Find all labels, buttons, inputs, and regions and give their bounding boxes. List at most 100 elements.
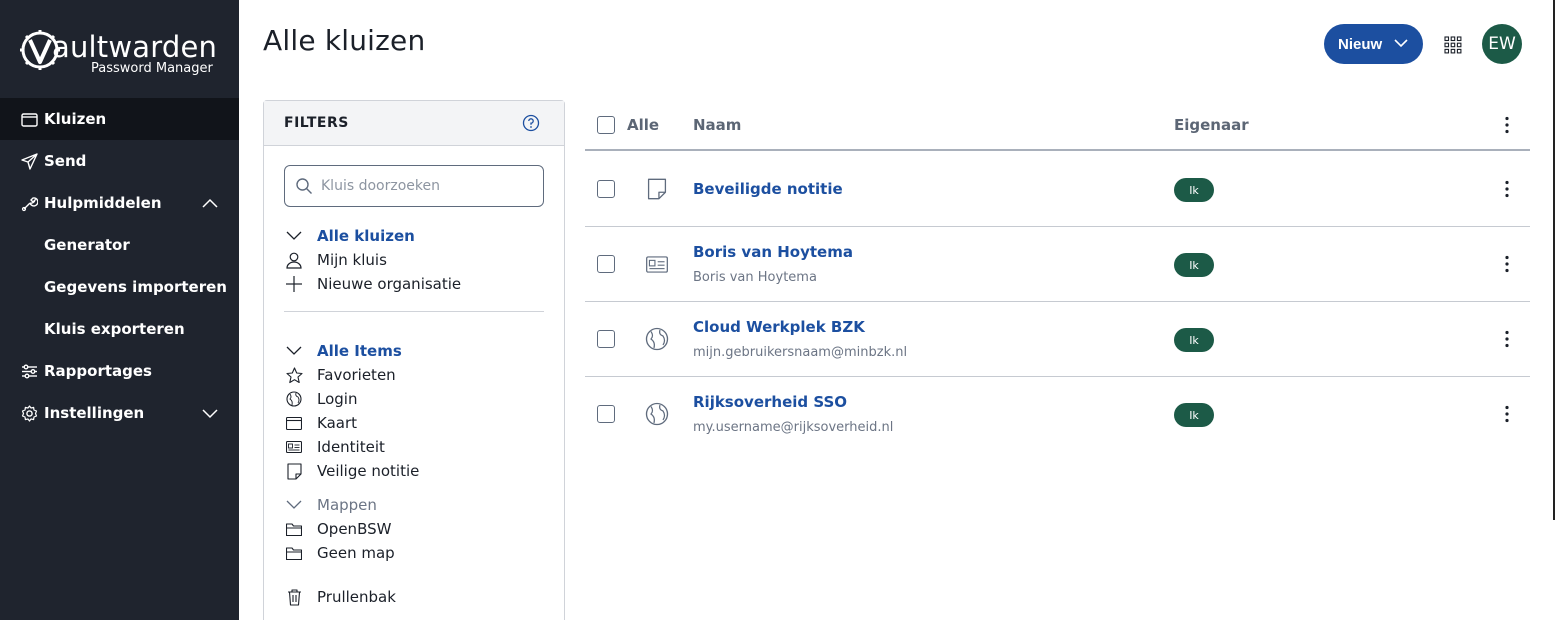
filters-panel: FILTERS Alle kluizen Mijn kluis Nieuwe o… bbox=[263, 100, 565, 620]
table-header: Alle Naam Eigenaar bbox=[585, 100, 1530, 151]
row-options-icon[interactable] bbox=[1504, 255, 1510, 273]
globe-icon bbox=[644, 401, 670, 427]
item-subtitle: my.username@rijksoverheid.nl bbox=[693, 420, 894, 435]
note-icon bbox=[644, 176, 670, 202]
sidebar-item-label: Hulpmiddelen bbox=[44, 194, 162, 212]
filter-label: Mappen bbox=[317, 496, 377, 514]
filter-label: Nieuwe organisatie bbox=[317, 275, 462, 293]
filters-divider bbox=[284, 311, 544, 312]
filter-label: Veilige notitie bbox=[317, 462, 420, 480]
filter-folders[interactable]: Mappen bbox=[284, 493, 377, 517]
column-owner: Eigenaar bbox=[1174, 116, 1249, 134]
item-name-link[interactable]: Boris van Hoytema bbox=[693, 243, 853, 261]
filter-label: Favorieten bbox=[317, 366, 396, 384]
sidebar-subitem-generator[interactable]: Generator bbox=[44, 224, 130, 266]
table-row[interactable]: Rijksoverheid SSO my.username@rijksoverh… bbox=[585, 377, 1530, 452]
filter-label: Prullenbak bbox=[317, 588, 396, 606]
sidebar-item-kluizen[interactable]: Kluizen bbox=[0, 98, 239, 140]
search-input[interactable] bbox=[321, 178, 521, 194]
folder-icon bbox=[284, 543, 304, 563]
sidebar-item-hulpmiddelen[interactable]: Hulpmiddelen bbox=[0, 182, 239, 224]
chevron-down-icon bbox=[284, 226, 304, 246]
filter-label: Mijn kluis bbox=[317, 251, 387, 269]
item-subtitle: Boris van Hoytema bbox=[693, 270, 817, 285]
sidebar-item-label: Kluizen bbox=[44, 110, 107, 128]
star-icon bbox=[284, 365, 304, 385]
filters-header: FILTERS bbox=[264, 101, 564, 146]
user-icon bbox=[284, 250, 304, 270]
sidebar-subitem-export[interactable]: Kluis exporteren bbox=[44, 308, 185, 350]
new-button[interactable]: Nieuw bbox=[1324, 24, 1423, 64]
trash-icon bbox=[284, 587, 304, 607]
filter-secure-note[interactable]: Veilige notitie bbox=[284, 459, 419, 483]
filter-identity[interactable]: Identiteit bbox=[284, 435, 385, 459]
row-checkbox[interactable] bbox=[597, 255, 615, 273]
filter-trash[interactable]: Prullenbak bbox=[284, 585, 396, 609]
sidebar-item-instellingen[interactable]: Instellingen bbox=[0, 392, 239, 434]
table-row[interactable]: Cloud Werkplek BZK mijn.gebruikersnaam@m… bbox=[585, 302, 1530, 377]
new-button-label: Nieuw bbox=[1338, 35, 1383, 53]
sliders-icon bbox=[20, 362, 38, 380]
filter-label: Kaart bbox=[317, 414, 358, 432]
owner-badge: Ik bbox=[1174, 328, 1214, 352]
filter-favorites[interactable]: Favorieten bbox=[284, 363, 396, 387]
more-options-icon[interactable] bbox=[1504, 116, 1510, 134]
wrench-icon bbox=[20, 194, 38, 212]
sidebar-item-label: Rapportages bbox=[44, 362, 152, 380]
column-all[interactable]: Alle bbox=[627, 116, 659, 134]
globe-icon bbox=[644, 326, 670, 352]
filter-label: Alle kluizen bbox=[317, 227, 415, 245]
owner-badge: Ik bbox=[1174, 253, 1214, 277]
chevron-down-icon bbox=[284, 495, 304, 515]
sidebar-item-send[interactable]: Send bbox=[0, 140, 239, 182]
filter-login[interactable]: Login bbox=[284, 387, 357, 411]
chevron-down-icon bbox=[202, 409, 218, 419]
chevron-down-icon bbox=[1394, 39, 1408, 48]
search-field[interactable] bbox=[284, 165, 544, 207]
folder-openbsw[interactable]: OpenBSW bbox=[284, 517, 391, 541]
select-all-checkbox[interactable] bbox=[597, 116, 615, 134]
table-row[interactable]: Boris van Hoytema Boris van Hoytema Ik bbox=[585, 227, 1530, 302]
help-icon[interactable] bbox=[522, 114, 540, 132]
row-options-icon[interactable] bbox=[1504, 330, 1510, 348]
filter-all-vaults[interactable]: Alle kluizen bbox=[284, 224, 415, 248]
vault-icon bbox=[20, 110, 38, 128]
id-card-icon bbox=[644, 251, 670, 277]
filter-all-items[interactable]: Alle Items bbox=[284, 339, 402, 363]
gear-icon bbox=[20, 404, 38, 422]
row-checkbox[interactable] bbox=[597, 330, 615, 348]
item-name-link[interactable]: Cloud Werkplek BZK bbox=[693, 318, 865, 336]
vaultwarden-logo[interactable]: aultwarden Password Manager bbox=[20, 28, 220, 76]
sidebar-subitem-import[interactable]: Gegevens importeren bbox=[44, 266, 227, 308]
item-name-link[interactable]: Beveiligde notitie bbox=[693, 180, 843, 198]
filter-new-organisation[interactable]: Nieuwe organisatie bbox=[284, 272, 461, 296]
filter-label: OpenBSW bbox=[317, 520, 392, 538]
row-options-icon[interactable] bbox=[1504, 405, 1510, 423]
table-row[interactable]: Beveiligde notitie Ik bbox=[585, 152, 1530, 227]
filters-title: FILTERS bbox=[284, 115, 349, 131]
note-icon bbox=[284, 461, 304, 481]
row-options-icon[interactable] bbox=[1504, 180, 1510, 198]
apps-grid-icon[interactable] bbox=[1444, 36, 1462, 54]
filter-card[interactable]: Kaart bbox=[284, 411, 357, 435]
filter-my-vault[interactable]: Mijn kluis bbox=[284, 248, 387, 272]
folder-icon bbox=[284, 519, 304, 539]
paper-plane-icon bbox=[20, 152, 38, 170]
filter-label: Identiteit bbox=[317, 438, 385, 456]
avatar[interactable]: EW bbox=[1482, 24, 1522, 64]
item-name-link[interactable]: Rijksoverheid SSO bbox=[693, 393, 847, 411]
chevron-up-icon bbox=[202, 198, 218, 208]
globe-icon bbox=[284, 389, 304, 409]
row-checkbox[interactable] bbox=[597, 405, 615, 423]
folder-none[interactable]: Geen map bbox=[284, 541, 395, 565]
credit-card-icon bbox=[284, 413, 304, 433]
sidebar: aultwarden Password Manager Kluizen Send… bbox=[0, 0, 239, 620]
filter-label: Alle Items bbox=[317, 342, 402, 360]
item-subtitle: mijn.gebruikersnaam@minbzk.nl bbox=[693, 345, 908, 360]
id-card-icon bbox=[284, 437, 304, 457]
page-title: Alle kluizen bbox=[263, 24, 426, 57]
search-icon bbox=[296, 178, 312, 194]
owner-badge: Ik bbox=[1174, 178, 1214, 202]
sidebar-item-rapportages[interactable]: Rapportages bbox=[0, 350, 239, 392]
row-checkbox[interactable] bbox=[597, 180, 615, 198]
